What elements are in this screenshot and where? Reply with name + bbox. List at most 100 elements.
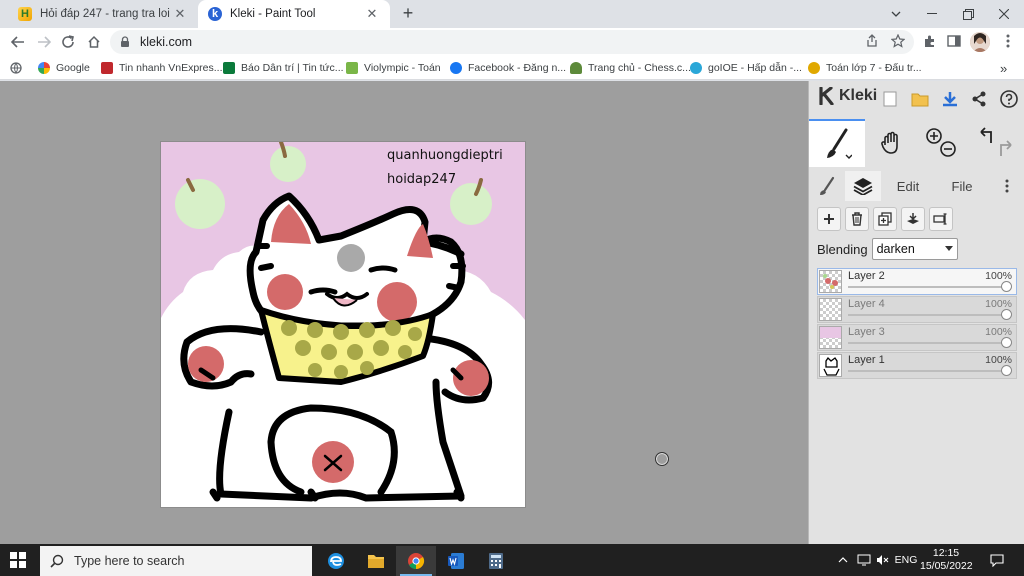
bookmarks-overflow-icon[interactable]: » [1000,60,1007,76]
download-icon[interactable] [939,88,961,110]
taskbar-edge[interactable] [316,546,356,576]
merge-layer-button[interactable] [901,207,925,231]
apps-icon[interactable] [10,60,22,76]
close-icon[interactable]: ✕ [172,6,188,22]
bookmark-chess[interactable]: Trang chủ - Chess.c... [570,60,691,76]
opacity-slider-track[interactable] [848,314,1008,316]
undo-redo-tools[interactable] [973,119,1019,167]
reload-icon[interactable] [58,32,78,52]
kleki-header: Kleki [809,81,1024,117]
kleki-logo[interactable]: Kleki [817,87,877,105]
new-tab-icon[interactable]: + [398,4,418,24]
bookmark-vnexpress[interactable]: Tin nhanh VnExpres... [101,60,223,76]
notifications-icon[interactable] [988,552,1006,568]
opacity-slider-handle[interactable] [1001,309,1012,320]
kleki-workspace[interactable]: quanhuongdieptri hoidap247 [0,81,808,544]
bookmark-label: Toán lớp 7 - Đấu tr... [826,62,922,74]
home-icon[interactable] [84,32,104,52]
taskbar-chrome[interactable] [396,546,436,576]
calculator-icon [489,553,503,569]
profile-avatar[interactable] [970,32,990,52]
minimize-icon[interactable] [914,0,950,28]
canvas-text-site: hoidap247 [387,172,456,187]
open-folder-icon[interactable] [909,88,931,110]
address-bar[interactable]: kleki.com [110,30,914,54]
window-close-icon[interactable] [986,0,1022,28]
bookmark-star-icon[interactable] [890,33,906,49]
opacity-slider-handle[interactable] [1001,281,1012,292]
drawing-canvas[interactable]: quanhuongdieptri hoidap247 [161,142,525,507]
delete-layer-button[interactable] [845,207,869,231]
taskbar-clock[interactable]: 12:15 15/05/2022 [920,547,973,573]
layer-item-layer-2[interactable]: Layer 2 100% [817,268,1017,295]
taskbar-calculator[interactable] [476,546,516,576]
url-text: kleki.com [140,35,193,49]
tab-layers[interactable] [845,171,881,201]
edge-icon [328,553,344,569]
opacity-slider-track[interactable] [848,370,1008,372]
bookmark-label: Trang chủ - Chess.c... [588,62,691,74]
bookmark-goioe[interactable]: goIOE - Hấp dẫn -... [690,60,802,76]
volume-muted-icon[interactable] [875,552,891,568]
new-image-icon[interactable] [879,88,901,110]
close-icon[interactable]: ✕ [364,6,380,22]
zoom-tools[interactable] [921,119,961,167]
chess-pawn-icon [570,62,582,74]
opacity-slider-track[interactable] [848,342,1008,344]
help-icon[interactable] [998,88,1020,110]
chrome-icon [408,553,425,570]
more-vert-icon[interactable] [995,171,1019,201]
zoom-in-out-icon [926,128,956,157]
tab-file[interactable]: File [939,171,985,201]
dantri-icon [223,62,235,74]
blending-select[interactable]: darken [871,238,958,260]
chevron-up-icon[interactable] [836,552,850,568]
opacity-slider-handle[interactable] [1001,365,1012,376]
kleki-logo-text: Kleki [839,87,878,104]
input-language[interactable]: ENG [894,552,918,568]
layers-icon [853,178,873,195]
back-icon[interactable] [8,32,28,52]
bookmarks-bar: Google Tin nhanh VnExpres... Báo Dân trí… [0,56,1024,80]
brush-tool[interactable] [809,119,865,167]
layer-item-layer-3[interactable]: Layer 3 100% [817,324,1017,351]
windows-start-icon[interactable] [10,552,26,568]
bookmark-facebook[interactable]: Facebook - Đăng n... [450,60,566,76]
facebook-icon [450,62,462,74]
more-vert-icon[interactable] [1000,33,1016,49]
chevron-down-icon[interactable] [878,0,914,28]
share-icon[interactable] [864,33,880,49]
bookmark-label: Báo Dân trí | Tin tức... [241,62,344,74]
restore-icon[interactable] [950,0,986,28]
taskbar-file-explorer[interactable] [356,546,396,576]
layer-item-layer-1[interactable]: Layer 1 100% [817,352,1017,379]
forward-icon[interactable] [34,32,54,52]
extensions-icon[interactable] [922,33,938,49]
bookmark-dantri[interactable]: Báo Dân trí | Tin tức... [223,60,344,76]
tab-edit[interactable]: Edit [885,171,931,201]
layer-item-layer-4[interactable]: Layer 4 100% [817,296,1017,323]
bookmark-google[interactable]: Google [38,60,90,76]
hoidap-favicon-icon: H [18,7,32,21]
panel-tabs: Edit File [809,171,1024,201]
opacity-slider-handle[interactable] [1001,337,1012,348]
taskbar-word[interactable] [436,546,476,576]
layer-thumbnail [819,354,842,377]
side-panel-icon[interactable] [946,33,962,49]
tab-brush[interactable] [809,171,845,201]
add-layer-button[interactable] [817,207,841,231]
tab-hoidap247[interactable]: H Hỏi đáp 247 - trang tra loi ✕ [8,0,198,28]
opacity-slider-track[interactable] [848,286,1008,288]
rename-layer-button[interactable] [929,207,953,231]
hand-tool[interactable] [873,119,909,167]
search-placeholder: Type here to search [74,554,185,568]
tab-title: Kleki - Paint Tool [230,8,316,20]
share-icon[interactable] [968,88,990,110]
layer-name: Layer 3 [848,326,885,338]
duplicate-layer-button[interactable] [873,207,897,231]
network-icon[interactable] [856,552,872,568]
bookmark-violympic[interactable]: Violympic - Toán [346,60,441,76]
bookmark-toan-lop-7[interactable]: Toán lớp 7 - Đấu tr... [808,60,922,76]
taskbar-search[interactable]: Type here to search [40,546,312,576]
tab-kleki[interactable]: k Kleki - Paint Tool ✕ [198,0,390,28]
